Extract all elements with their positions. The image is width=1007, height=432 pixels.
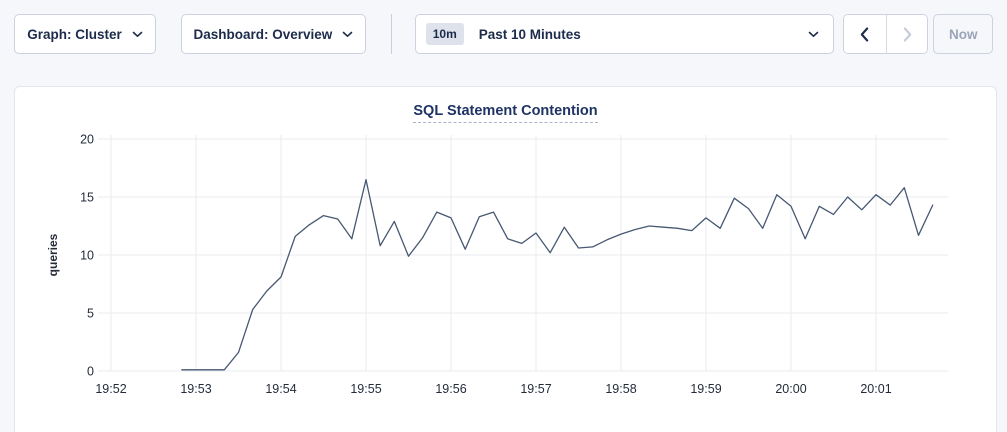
toolbar-divider <box>391 14 392 54</box>
x-axis-tick-label: 19:54 <box>265 382 296 396</box>
dashboard-selector-dropdown[interactable]: Dashboard: Overview <box>181 14 366 54</box>
graph-selector-dropdown[interactable]: Graph: Cluster <box>14 14 156 54</box>
time-range-picker[interactable]: 10m Past 10 Minutes <box>415 14 834 54</box>
x-axis-tick-label: 20:01 <box>860 382 891 396</box>
chart-title-row: SQL Statement Contention <box>15 87 996 133</box>
chevron-down-icon <box>342 31 353 38</box>
x-axis-tick-label: 19:53 <box>180 382 211 396</box>
chevron-down-icon <box>808 31 819 38</box>
time-window-nav <box>843 14 928 54</box>
x-axis-tick-label: 19:58 <box>605 382 636 396</box>
x-axis-tick-label: 19:57 <box>520 382 551 396</box>
series-line-queries <box>182 180 933 370</box>
next-time-window-button[interactable] <box>886 15 928 53</box>
x-axis-tick-label: 19:55 <box>350 382 381 396</box>
y-axis-tick-label: 20 <box>80 133 94 147</box>
time-range-label: Past 10 Minutes <box>479 27 581 42</box>
x-axis-tick-label: 20:00 <box>775 382 806 396</box>
time-range-badge: 10m <box>426 23 464 45</box>
now-button[interactable]: Now <box>933 14 993 54</box>
y-axis-tick-label: 10 <box>80 249 94 263</box>
x-axis-tick-label: 19:52 <box>95 382 126 396</box>
graph-selector-label: Graph: Cluster <box>27 27 122 42</box>
chart-title[interactable]: SQL Statement Contention <box>413 103 597 123</box>
y-axis-tick-label: 15 <box>80 191 94 205</box>
chevron-left-icon <box>860 27 869 42</box>
y-axis-label: queries <box>46 233 60 276</box>
chevron-right-icon <box>903 27 912 42</box>
dashboard-toolbar: Graph: Cluster Dashboard: Overview 10m P… <box>0 0 1007 54</box>
chart-card: SQL Statement Contention 0 5 10 15 20 19:52 19… <box>14 86 997 432</box>
y-axis-tick-label: 5 <box>87 307 94 321</box>
y-axis-tick-label: 0 <box>87 365 94 379</box>
chevron-down-icon <box>132 31 143 38</box>
sql-statement-contention-chart[interactable]: 0 5 10 15 20 19:52 19:53 19:54 19:55 19:56 19:57 19… <box>15 133 996 409</box>
x-axis-tick-label: 19:56 <box>435 382 466 396</box>
prev-time-window-button[interactable] <box>844 15 886 53</box>
x-axis-tick-label: 19:59 <box>690 382 721 396</box>
dashboard-selector-label: Dashboard: Overview <box>193 27 332 42</box>
